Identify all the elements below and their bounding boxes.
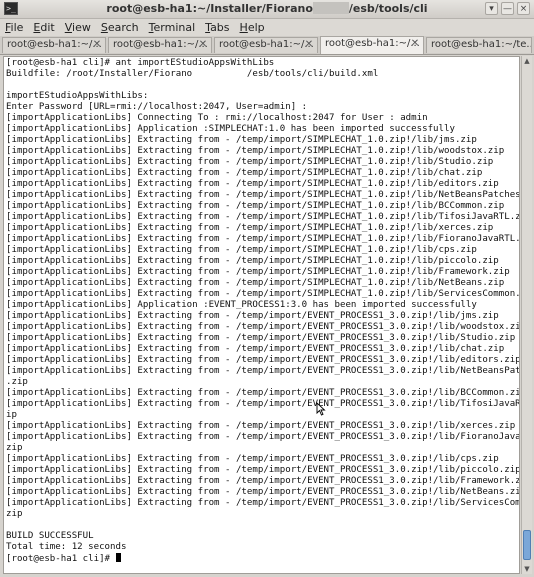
menu-edit[interactable]: Edit [28, 21, 59, 34]
vertical-scrollbar[interactable]: ▲ ▼ [521, 56, 532, 574]
terminal-line: [importApplicationLibs] Extracting from … [6, 333, 516, 343]
terminal-line: [importApplicationLibs] Extracting from … [6, 476, 520, 486]
window-title-prefix: root@esb-ha1:~/Installer/Fiorano [106, 2, 313, 15]
tab-label: root@esb-ha1:~/... [7, 39, 102, 50]
terminal-line: BUILD SUCCESSFUL [6, 531, 94, 541]
terminal-line: Buildfile: /root/Installer/Fiorano /esb/… [6, 69, 379, 79]
terminal-line: Total time: 12 seconds [6, 542, 127, 552]
terminal-line: [importApplicationLibs] Extracting from … [6, 245, 477, 255]
tab-label: root@esb-ha1:~/te... [431, 39, 532, 50]
terminal-line: [importApplicationLibs] Extracting from … [6, 487, 520, 497]
terminal-line: [importApplicationLibs] Extracting from … [6, 201, 505, 211]
menu-terminal[interactable]: Terminal [144, 21, 201, 34]
window-titlebar[interactable]: >_ root@esb-ha1:~/Installer/Fiorano/esb/… [0, 0, 534, 19]
close-tab-icon[interactable]: ✕ [198, 40, 208, 50]
terminal-lines: [root@esb-ha1 cli]# ant importEStudioApp… [6, 58, 520, 552]
terminal-line: [importApplicationLibs] Extracting from … [6, 256, 499, 266]
close-window-button[interactable]: × [517, 2, 530, 15]
terminal-line: [importApplicationLibs] Extracting from … [6, 432, 520, 442]
terminal-line: [importApplicationLibs] Extracting from … [6, 190, 520, 200]
terminal-line: zip [6, 509, 23, 519]
minimize-button[interactable]: — [501, 2, 514, 15]
window-menu-button[interactable]: ▾ [485, 2, 498, 15]
terminal-line: .zip [6, 377, 28, 387]
terminal-line: [importApplicationLibs] Extracting from … [6, 212, 520, 222]
scrollbar-thumb[interactable] [523, 530, 531, 560]
terminal-line: ip [6, 410, 17, 420]
redacted-block [312, 2, 349, 14]
menu-tabs[interactable]: Tabs [200, 21, 234, 34]
terminal-line: [importApplicationLibs] Extracting from … [6, 168, 483, 178]
tab-label: root@esb-ha1:~/... [219, 39, 314, 50]
terminal-output[interactable]: [root@esb-ha1 cli]# ant importEStudioApp… [3, 56, 520, 574]
tab-label: root@esb-ha1:~/... [325, 38, 420, 49]
terminal-line: [importApplicationLibs] Extracting from … [6, 179, 499, 189]
window-title: root@esb-ha1:~/Installer/Fiorano/esb/too… [0, 2, 534, 15]
menu-search[interactable]: Search [96, 21, 144, 34]
close-tab-icon[interactable]: ✕ [410, 39, 420, 49]
scroll-up-arrow-icon[interactable]: ▲ [522, 56, 532, 66]
terminal-line: [importApplicationLibs] Extracting from … [6, 421, 516, 431]
terminal-line: [importApplicationLibs] Extracting from … [6, 234, 520, 244]
terminal-line: [importApplicationLibs] Extracting from … [6, 157, 494, 167]
close-tab-icon[interactable]: ✕ [304, 40, 314, 50]
terminal-line: [importApplicationLibs] Application :SIM… [6, 124, 455, 134]
terminal-line: [importApplicationLibs] Extracting from … [6, 399, 520, 409]
terminal-line: [importApplicationLibs] Application :EVE… [6, 300, 477, 310]
menu-file[interactable]: File [0, 21, 28, 34]
terminal-line: [importApplicationLibs] Extracting from … [6, 267, 510, 277]
shell-prompt: [root@esb-ha1 cli]# [6, 554, 116, 564]
menu-bar: File Edit View Search Terminal Tabs Help [0, 19, 534, 36]
terminal-line: [importApplicationLibs] Extracting from … [6, 344, 505, 354]
menu-view[interactable]: View [60, 21, 96, 34]
window-title-suffix: /esb/tools/cli [348, 2, 428, 15]
terminal-line: [importApplicationLibs] Extracting from … [6, 454, 499, 464]
terminal-line: zip [6, 443, 23, 453]
tab-bar: root@esb-ha1:~/... ✕ root@esb-ha1:~/... … [0, 36, 534, 55]
menu-help[interactable]: Help [235, 21, 270, 34]
terminal-tab-3[interactable]: root@esb-ha1:~/... ✕ [214, 37, 318, 53]
window-controls: ▾ — × [485, 2, 530, 15]
mouse-pointer-icon [316, 402, 326, 416]
terminal-line: [root@esb-ha1 cli]# ant importEStudioApp… [6, 58, 275, 68]
terminal-line: Enter Password [URL=rmi://localhost:2047… [6, 102, 308, 112]
terminal-line: [importApplicationLibs] Extracting from … [6, 289, 520, 299]
terminal-line: [importApplicationLibs] Extracting from … [6, 388, 520, 398]
terminal-line: [importApplicationLibs] Extracting from … [6, 135, 477, 145]
terminal-line: [importApplicationLibs] Extracting from … [6, 465, 520, 475]
tab-label: root@esb-ha1:~/... [113, 39, 208, 50]
terminal-line: [importApplicationLibs] Extracting from … [6, 366, 520, 376]
terminal-tab-4-active[interactable]: root@esb-ha1:~/... ✕ [320, 36, 424, 54]
terminal-line: [importApplicationLibs] Extracting from … [6, 278, 505, 288]
terminal-line: [importApplicationLibs] Extracting from … [6, 322, 520, 332]
terminal-tab-5[interactable]: root@esb-ha1:~/te... [426, 37, 532, 53]
terminal-tab-2[interactable]: root@esb-ha1:~/... ✕ [108, 37, 212, 53]
terminal-line: [importApplicationLibs] Extracting from … [6, 146, 505, 156]
terminal-line: [importApplicationLibs] Extracting from … [6, 355, 520, 365]
scroll-down-arrow-icon[interactable]: ▼ [522, 564, 532, 574]
terminal-text: [root@esb-ha1 cli]# ant importEStudioApp… [4, 57, 519, 566]
terminal-line: [importApplicationLibs] Extracting from … [6, 311, 499, 321]
terminal-line: [importApplicationLibs] Connecting To : … [6, 113, 428, 123]
close-tab-icon[interactable]: ✕ [92, 40, 102, 50]
text-cursor [115, 553, 121, 562]
terminal-line: importEStudioAppsWithLibs: [6, 91, 149, 101]
terminal-line: [importApplicationLibs] Extracting from … [6, 498, 520, 508]
terminal-tab-1[interactable]: root@esb-ha1:~/... ✕ [2, 37, 106, 53]
terminal-line: [importApplicationLibs] Extracting from … [6, 223, 494, 233]
